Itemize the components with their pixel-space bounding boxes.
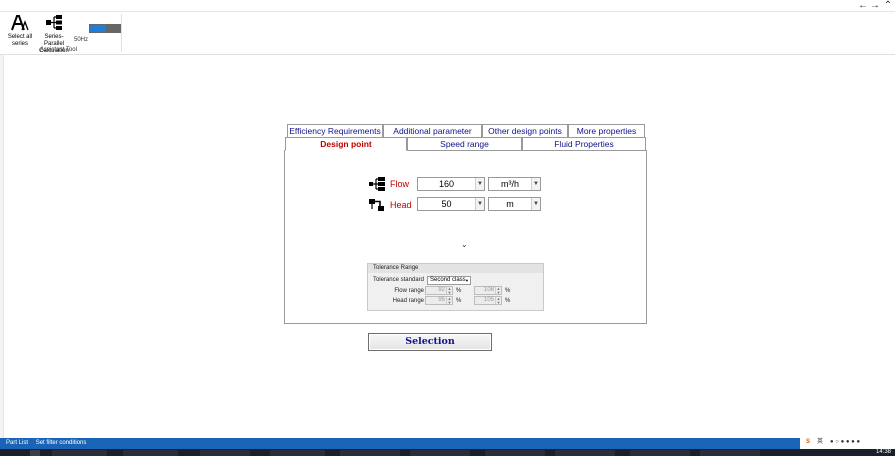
chevron-down-icon: ▼	[465, 278, 469, 283]
spinner-arrows-icon: ▲ ▼	[495, 296, 501, 305]
head-range-max[interactable]: 105 ▲ ▼	[474, 296, 502, 305]
tab-fluid-properties[interactable]: Fluid Properties	[522, 137, 646, 150]
expand-chevron-icon[interactable]: ⌄	[461, 240, 468, 249]
flow-range-label: Flow range	[394, 288, 424, 294]
taskbar-app[interactable]	[30, 450, 40, 456]
flow-value-combo[interactable]: 160 ▼	[417, 177, 485, 191]
taskbar-app[interactable]	[340, 450, 400, 456]
spinner-arrows-icon: ▲ ▼	[446, 296, 452, 305]
series-parallel-label-1: Series-Parallel	[43, 34, 64, 47]
font-a-icon	[11, 15, 29, 31]
taskbar-app[interactable]	[123, 450, 178, 456]
ime-logo-icon[interactable]: S	[806, 436, 810, 449]
tolerance-standard-select[interactable]: Second class ▼	[427, 276, 471, 285]
tolerance-standard-label: Tolerance standard	[372, 277, 424, 283]
percent-label: %	[456, 288, 462, 294]
tab-additional-parameter[interactable]: Additional parameter	[383, 124, 482, 137]
percent-label: %	[456, 298, 462, 304]
tab-design-point[interactable]: Design point	[285, 137, 407, 151]
hierarchy-icon	[46, 15, 62, 30]
flow-unit-combo[interactable]: m³/h ▼	[488, 177, 541, 191]
system-tray: S 英 ● ○ ● ● ● ●	[800, 436, 895, 449]
percent-label: %	[505, 298, 511, 304]
head-range-label: Head range	[392, 298, 424, 304]
chevron-down-icon: ▼	[531, 178, 540, 190]
taskbar-app[interactable]	[485, 450, 545, 456]
flow-range-max-value: 108	[483, 287, 494, 293]
left-edge-panel	[0, 55, 4, 438]
head-icon	[369, 199, 384, 211]
flow-unit: m³/h	[501, 179, 519, 189]
flow-range-max[interactable]: 108 ▲ ▼	[474, 286, 502, 295]
taskbar-app[interactable]	[52, 450, 107, 456]
toggle-on-indicator	[90, 25, 106, 32]
spinner-arrows-icon: ▲ ▼	[446, 286, 452, 295]
taskbar-app[interactable]	[270, 450, 325, 456]
frequency-toggle[interactable]	[89, 24, 121, 33]
arrow-right-icon[interactable]: →	[869, 0, 881, 12]
ime-language[interactable]: 英	[817, 436, 823, 449]
ribbon-group-label: Assistant Tool	[40, 47, 77, 53]
head-unit-combo[interactable]: m ▼	[488, 197, 541, 211]
head-label: Head	[390, 200, 412, 210]
status-part-list[interactable]: Part List	[6, 440, 28, 446]
flow-range-min-value: 92	[438, 287, 445, 293]
chevron-up-icon[interactable]: ⌃	[882, 0, 894, 12]
tolerance-standard-value: Second class	[430, 277, 466, 283]
tolerance-title: Tolerance Range	[368, 264, 543, 273]
taskbar-app[interactable]	[700, 450, 760, 456]
tab-other-design-points[interactable]: Other design points	[482, 124, 568, 137]
window-top-bar: ← → ⌃	[0, 0, 895, 12]
taskbar-app[interactable]	[630, 450, 690, 456]
status-set-filter[interactable]: Set filter conditions	[36, 440, 87, 446]
chevron-down-icon: ▼	[531, 198, 540, 210]
spinner-arrows-icon: ▲ ▼	[495, 286, 501, 295]
select-all-label-2: series	[11, 41, 28, 47]
status-bar: Part List Set filter conditions	[0, 438, 895, 449]
ribbon: Select all series Series-Parallel Calcul…	[0, 12, 895, 55]
taskbar-app[interactable]	[410, 450, 470, 456]
tab-more-properties[interactable]: More properties	[568, 124, 645, 137]
taskbar-clock[interactable]: 14:38	[876, 449, 891, 456]
head-range-min[interactable]: 95 ▲ ▼	[425, 296, 453, 305]
flow-icon	[369, 177, 385, 191]
selection-button[interactable]: Selection	[368, 333, 492, 351]
arrow-left-icon[interactable]: ←	[857, 0, 869, 12]
taskbar	[0, 449, 895, 456]
tab-speed-range[interactable]: Speed range	[407, 137, 522, 150]
frequency-label: 50Hz	[74, 37, 89, 43]
taskbar-app[interactable]	[555, 450, 615, 456]
head-value-combo[interactable]: 50 ▼	[417, 197, 485, 211]
ribbon-separator	[121, 14, 122, 52]
flow-label: Flow	[390, 179, 410, 189]
chevron-down-icon: ▼	[475, 178, 484, 190]
percent-label: %	[505, 288, 511, 294]
select-all-label-1: Select all	[7, 34, 33, 40]
tab-efficiency-requirements[interactable]: Efficiency Requirements	[287, 124, 383, 137]
flow-value: 160	[438, 179, 455, 189]
taskbar-app[interactable]	[200, 450, 250, 456]
head-value: 50	[441, 199, 452, 209]
head-unit: m	[506, 199, 514, 209]
select-all-series-button[interactable]: Select all series	[5, 14, 35, 48]
chevron-down-icon: ▼	[475, 198, 484, 210]
flow-range-min[interactable]: 92 ▲ ▼	[425, 286, 453, 295]
head-range-max-value: 105	[483, 297, 494, 303]
tray-icons[interactable]: ● ○ ● ● ● ●	[830, 436, 860, 449]
head-range-min-value: 95	[438, 297, 445, 303]
